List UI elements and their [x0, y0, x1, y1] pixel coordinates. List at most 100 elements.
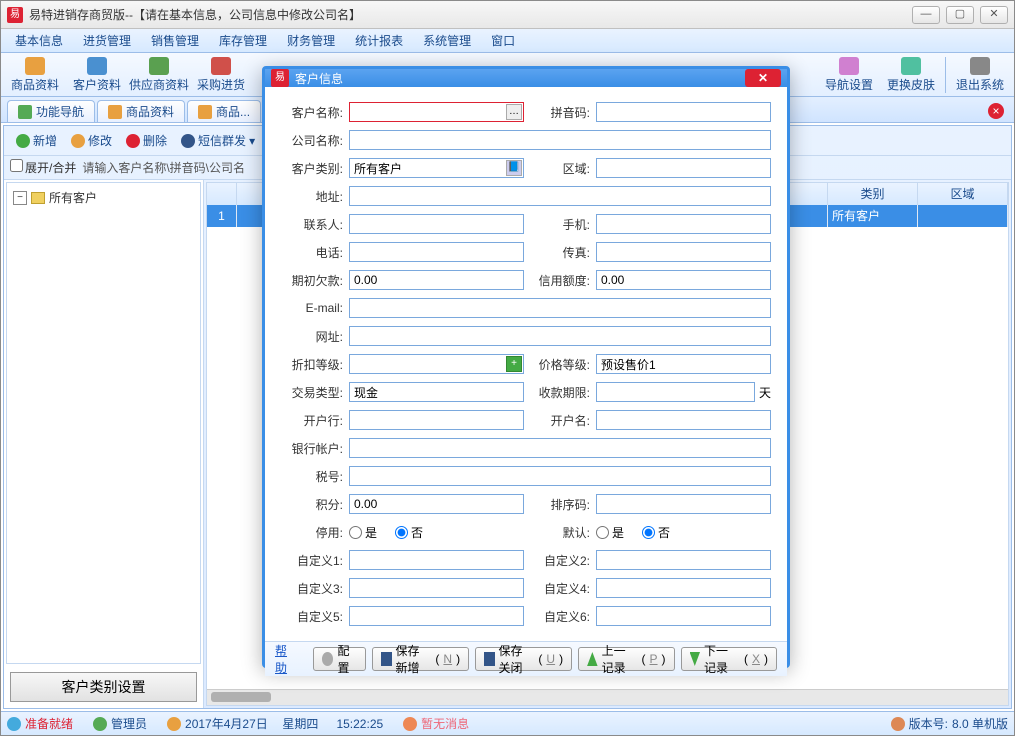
tool-nav-setting[interactable]: 导航设置 — [819, 55, 879, 95]
label-c2: 自定义2 — [528, 552, 592, 569]
config-button[interactable]: 配置 — [313, 647, 366, 671]
debt-input[interactable] — [349, 270, 524, 290]
acctname-input[interactable] — [596, 410, 771, 430]
acctno-input[interactable] — [349, 438, 771, 458]
category-input[interactable] — [349, 158, 524, 178]
email-input[interactable] — [349, 298, 771, 318]
label-address: 地址 — [281, 188, 345, 205]
category-field-wrap: 📘 — [349, 158, 524, 178]
expand-checkbox[interactable]: 展开/合并 — [10, 159, 76, 176]
region-input[interactable] — [596, 158, 771, 178]
price-input[interactable] — [596, 354, 771, 374]
c1-input[interactable] — [349, 550, 524, 570]
url-input[interactable] — [349, 326, 771, 346]
sortcode-input[interactable] — [596, 494, 771, 514]
menu-system[interactable]: 系统管理 — [415, 29, 479, 52]
scroll-thumb[interactable] — [211, 692, 271, 702]
next-record-button[interactable]: 下一记录(X) — [681, 647, 777, 671]
contact-input[interactable] — [349, 214, 524, 234]
tab-nav[interactable]: 功能导航 — [7, 100, 95, 122]
dialog-footer: 帮助 配置 保存新增(N) 保存关闭(U) 上一记录(P) 下一记录(X) — [265, 641, 787, 676]
col-category[interactable]: 类别 — [828, 183, 918, 205]
label-c4: 自定义4 — [528, 580, 592, 597]
sms-button[interactable]: 短信群发▾ — [175, 130, 261, 151]
taxid-input[interactable] — [349, 466, 771, 486]
statusbar: 准备就绪 管理员 2017年4月27日 星期四 15:22:25 暂无消息 版本… — [1, 711, 1014, 735]
default-no[interactable]: 否 — [642, 524, 670, 541]
dialog-titlebar: 易 客户信息 ✕ — [265, 69, 787, 87]
address-input[interactable] — [349, 186, 771, 206]
name-lookup-button[interactable]: … — [506, 104, 522, 120]
discount-add-button[interactable]: + — [506, 356, 522, 372]
tool-customers[interactable]: 客户资料 — [67, 55, 127, 95]
category-lookup-button[interactable]: 📘 — [506, 160, 522, 176]
tool-exit[interactable]: 退出系统 — [950, 55, 1010, 95]
menu-window[interactable]: 窗口 — [483, 29, 523, 52]
dialog-title: 客户信息 — [295, 70, 343, 87]
category-settings-button[interactable]: 客户类别设置 — [10, 672, 197, 702]
tab-products[interactable]: 商品资料 — [97, 100, 185, 122]
disabled-radio-group: 是 否 — [349, 524, 524, 541]
tel-input[interactable] — [349, 242, 524, 262]
menu-purchase[interactable]: 进货管理 — [75, 29, 139, 52]
discount-input[interactable] — [349, 354, 524, 374]
dialog-close-button[interactable]: ✕ — [745, 69, 781, 87]
menu-sales[interactable]: 销售管理 — [143, 29, 207, 52]
label-c1: 自定义1 — [281, 552, 345, 569]
maximize-button[interactable]: ▢ — [946, 6, 974, 24]
tool-products[interactable]: 商品资料 — [5, 55, 65, 95]
c2-input[interactable] — [596, 550, 771, 570]
category-tree: − 所有客户 — [6, 182, 201, 664]
status-ready: 准备就绪 — [7, 715, 73, 732]
menu-stock[interactable]: 库存管理 — [211, 29, 275, 52]
menu-reports[interactable]: 统计报表 — [347, 29, 411, 52]
dialog-body: 客户名称 … 拼音码 公司名称 客户类别 📘 区域 地址 联系人 手机 电话 传… — [265, 87, 787, 641]
fax-input[interactable] — [596, 242, 771, 262]
tree-collapse-icon[interactable]: − — [13, 191, 27, 205]
tab-products2[interactable]: 商品... — [187, 100, 261, 122]
exit-icon — [970, 57, 990, 75]
calendar-icon — [167, 717, 181, 731]
tree-root-item[interactable]: − 所有客户 — [11, 187, 196, 208]
tradetype-input[interactable] — [349, 382, 524, 402]
minimize-button[interactable]: — — [912, 6, 940, 24]
c3-input[interactable] — [349, 578, 524, 598]
payperiod-input[interactable] — [596, 382, 755, 402]
c6-input[interactable] — [596, 606, 771, 626]
nav-icon — [18, 105, 32, 119]
c4-input[interactable] — [596, 578, 771, 598]
disabled-yes[interactable]: 是 — [349, 524, 377, 541]
help-link[interactable]: 帮助 — [275, 642, 295, 676]
label-contact: 联系人 — [281, 216, 345, 233]
payperiod-wrap: 天 — [596, 382, 771, 402]
credit-input[interactable] — [596, 270, 771, 290]
tool-purchase[interactable]: 采购进货 — [191, 55, 251, 95]
menu-basic[interactable]: 基本信息 — [7, 29, 71, 52]
app-icon: 易 — [7, 7, 23, 23]
save-close-button[interactable]: 保存关闭(U) — [475, 647, 572, 671]
menu-finance[interactable]: 财务管理 — [279, 29, 343, 52]
mobile-input[interactable] — [596, 214, 771, 234]
add-button[interactable]: 新增 — [10, 130, 63, 151]
tab-close-button[interactable]: × — [988, 103, 1004, 119]
disabled-no[interactable]: 否 — [395, 524, 423, 541]
c5-input[interactable] — [349, 606, 524, 626]
save-new-button[interactable]: 保存新增(N) — [372, 647, 469, 671]
default-yes[interactable]: 是 — [596, 524, 624, 541]
delete-button[interactable]: 删除 — [120, 130, 173, 151]
horizontal-scrollbar[interactable] — [207, 689, 1008, 705]
prev-record-button[interactable]: 上一记录(P) — [578, 647, 674, 671]
pinyin-input[interactable] — [596, 102, 771, 122]
close-button[interactable]: ✕ — [980, 6, 1008, 24]
name-input[interactable] — [349, 102, 524, 122]
tool-skin[interactable]: 更换皮肤 — [881, 55, 941, 95]
col-region[interactable]: 区域 — [918, 183, 1008, 205]
company-input[interactable] — [349, 130, 771, 150]
label-taxid: 税号 — [281, 468, 345, 485]
tool-suppliers[interactable]: 供应商资料 — [129, 55, 189, 95]
points-input[interactable] — [349, 494, 524, 514]
discount-field-wrap: + — [349, 354, 524, 374]
label-fax: 传真 — [528, 244, 592, 261]
bank-input[interactable] — [349, 410, 524, 430]
edit-button[interactable]: 修改 — [65, 130, 118, 151]
